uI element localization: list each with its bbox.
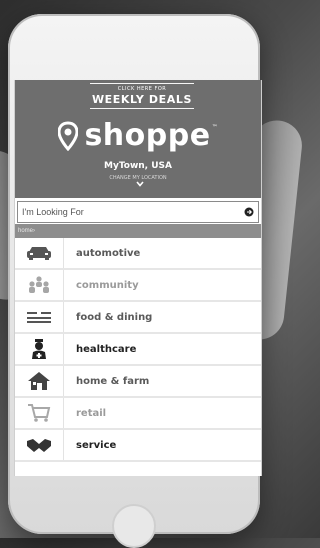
category-food-dining[interactable]: food & dining: [15, 302, 261, 334]
handshake-icon: [15, 430, 64, 460]
people-icon: [15, 270, 64, 300]
category-label: retail: [76, 407, 107, 419]
brand-logo: shoppe ™: [15, 118, 261, 153]
app-header: CLICK HERE FOR WEEKLY DEALS shoppe ™ MyT…: [15, 80, 261, 198]
chevron-down-icon[interactable]: [136, 181, 144, 187]
house-icon: [15, 366, 64, 396]
home-button[interactable]: [112, 504, 156, 548]
search-input[interactable]: [18, 202, 244, 222]
brand-name: shoppe: [84, 118, 211, 153]
app-screen: CLICK HERE FOR WEEKLY DEALS shoppe ™ MyT…: [14, 80, 262, 476]
category-label: home & farm: [76, 375, 150, 387]
category-automotive[interactable]: automotive: [15, 238, 261, 270]
car-icon: [15, 238, 64, 268]
cart-icon: [15, 398, 64, 428]
category-label: food & dining: [76, 311, 153, 323]
search-bar: [17, 201, 259, 223]
category-healthcare[interactable]: healthcare: [15, 334, 261, 366]
town-name[interactable]: MyTown, USA: [15, 161, 261, 171]
phone-top-bezel: [8, 14, 260, 84]
category-list: automotive community food & dining healt…: [15, 238, 261, 462]
weekly-deals-button[interactable]: CLICK HERE FOR WEEKLY DEALS: [90, 83, 194, 109]
deals-big-text: WEEKLY DEALS: [91, 93, 193, 106]
category-retail[interactable]: retail: [15, 398, 261, 430]
category-community[interactable]: community: [15, 270, 261, 302]
breadcrumb[interactable]: home›: [15, 224, 261, 238]
location-pin-icon: [58, 120, 79, 151]
doctor-icon: [15, 334, 64, 364]
deals-small-text: CLICK HERE FOR: [117, 86, 167, 92]
category-label: automotive: [76, 247, 141, 259]
category-label: community: [76, 279, 139, 291]
dining-icon: [15, 302, 64, 332]
category-service[interactable]: service: [15, 430, 261, 462]
trademark-symbol: ™: [211, 124, 218, 131]
search-go-icon[interactable]: [244, 207, 254, 217]
category-label: healthcare: [76, 343, 137, 355]
category-home-farm[interactable]: home & farm: [15, 366, 261, 398]
category-label: service: [76, 439, 117, 451]
